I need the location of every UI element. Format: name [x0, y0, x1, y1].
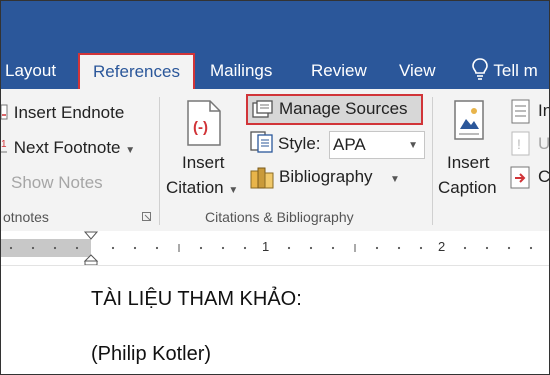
svg-text:(-): (-) [193, 119, 208, 136]
document-paragraph: (Philip Kotler) [91, 343, 212, 365]
tab-view[interactable]: View [399, 53, 436, 89]
cross-reference-label: C [538, 167, 550, 186]
tab-references[interactable]: References [78, 53, 195, 89]
tell-me-box[interactable]: Tell m [471, 53, 538, 89]
cross-reference-icon [510, 166, 530, 189]
insert-citation-label-1: Insert [182, 153, 225, 172]
ribbon-tab-bar: Layout References Mailings Review View T… [1, 1, 549, 91]
manage-sources-button[interactable]: Manage Sources [246, 94, 423, 125]
style-dropdown-value: APA [333, 135, 366, 154]
insert-citation-button[interactable]: (-) Insert Citation ▼ [164, 97, 244, 205]
insert-citation-label-2: Citation ▼ [166, 178, 238, 198]
insert-table-of-figures-label: In [538, 101, 549, 120]
insert-caption-button[interactable]: Insert Caption [435, 97, 505, 205]
update-table-label: U [538, 134, 550, 153]
table-of-figures-icon [511, 99, 530, 124]
manage-sources-label: Manage Sources [279, 99, 408, 118]
style-dropdown[interactable]: APA ▼ [329, 131, 425, 159]
document-page[interactable]: TÀI LIỆU THAM KHẢO: (Philip Kotler) [1, 266, 549, 374]
dialog-launcher-icon[interactable] [142, 212, 152, 222]
ruler-mark-1: 1 [262, 239, 270, 254]
endnote-icon [1, 104, 8, 120]
style-label: Style: [278, 134, 321, 153]
indent-marker-icon[interactable] [83, 231, 99, 265]
insert-endnote-button[interactable]: Insert Endnote [1, 103, 124, 123]
insert-caption-label-2: Caption [438, 178, 497, 197]
ribbon: Insert Endnote 1 Next Footnote ▼ Show No… [1, 89, 549, 232]
chevron-down-icon: ▼ [228, 185, 239, 196]
bibliography-label: Bibliography [279, 167, 373, 186]
chevron-down-icon: ▼ [390, 174, 400, 185]
insert-endnote-label: Insert Endnote [13, 103, 125, 122]
citations-group-label: Citations & Bibliography [205, 209, 354, 225]
insert-caption-label-1: Insert [447, 153, 490, 172]
insert-citation-icon: (-) [187, 100, 221, 146]
tab-mailings[interactable]: Mailings [210, 53, 272, 89]
group-divider [159, 97, 160, 225]
ruler-mark-2: 2 [438, 239, 446, 254]
document-heading: TÀI LIỆU THAM KHẢO: [91, 288, 302, 310]
group-divider [432, 97, 433, 225]
next-footnote-label: Next Footnote [13, 138, 121, 157]
chevron-down-icon: ▼ [408, 140, 418, 151]
next-footnote-button[interactable]: 1 Next Footnote ▼ [1, 138, 135, 158]
chevron-down-icon[interactable]: ▼ [125, 145, 135, 156]
lightbulb-icon [472, 58, 488, 80]
style-icon [250, 131, 273, 153]
manage-sources-icon [252, 100, 273, 118]
next-footnote-icon: 1 [1, 139, 7, 153]
tell-me-label: Tell m [493, 61, 538, 80]
tab-review[interactable]: Review [311, 53, 367, 89]
bibliography-icon [250, 167, 274, 189]
insert-citation-label-2-text: Citation [166, 178, 224, 197]
bibliography-button[interactable]: Bibliography ▼ [250, 165, 400, 193]
tab-layout[interactable]: Layout [5, 53, 56, 89]
insert-caption-icon [454, 100, 484, 140]
word-window: Layout References Mailings Review View T… [0, 0, 550, 375]
svg-text:1: 1 [1, 139, 7, 150]
footnotes-group-label: otnotes [3, 209, 49, 225]
horizontal-ruler[interactable]: 1 2 [1, 231, 549, 266]
show-notes-button[interactable]: Show Notes [11, 173, 103, 193]
svg-text:!: ! [517, 136, 521, 152]
update-table-icon: ! [511, 131, 530, 156]
